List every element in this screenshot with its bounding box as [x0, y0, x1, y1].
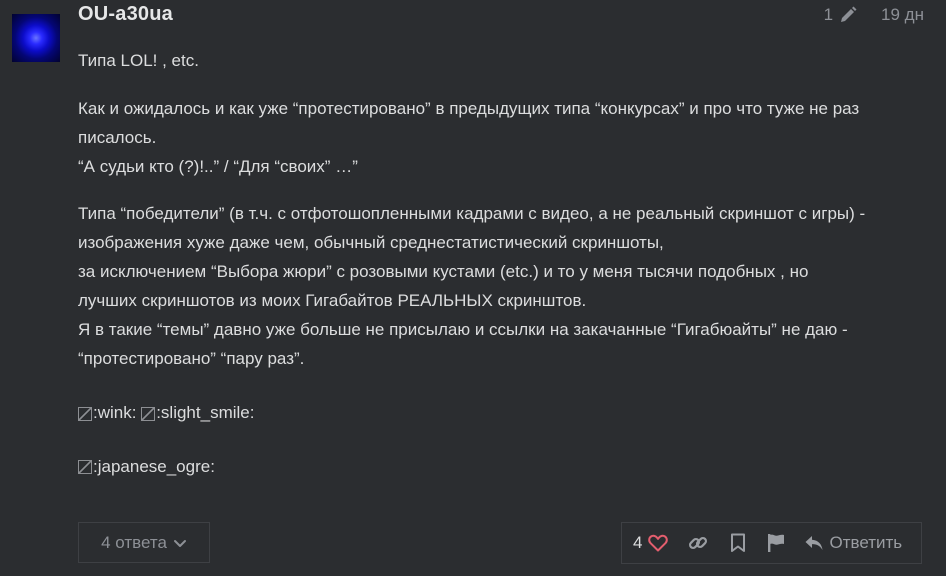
flag-icon — [768, 534, 785, 552]
emoji-alt-text: :japanese_ogre: — [93, 456, 215, 476]
like-button[interactable] — [648, 534, 669, 552]
replies-label: 4 ответа — [101, 532, 167, 552]
username[interactable]: OU-a30ua — [78, 3, 173, 26]
link-icon — [689, 536, 708, 550]
reply-button[interactable]: Ответить — [804, 533, 902, 553]
reply-icon — [805, 536, 823, 550]
emoji-alt-text: :wink: — [93, 403, 137, 422]
chevron-down-icon — [173, 539, 186, 547]
paragraph-2: Как и ожидалось и как уже “протестирован… — [78, 94, 933, 181]
text-line: писалось. — [78, 128, 157, 147]
reply-label: Ответить — [829, 533, 903, 552]
text-line: Я в такие “темы” давно уже больше не при… — [78, 320, 848, 339]
emoji-row: :wink: :slight_smile: — [78, 398, 933, 429]
pencil-icon — [841, 6, 857, 22]
text-line: за исключением “Выбора жюри” с розовыми … — [78, 262, 809, 281]
heart-icon — [648, 534, 669, 552]
avatar[interactable] — [12, 14, 60, 62]
edit-history-button[interactable]: 1 — [824, 5, 857, 25]
paragraph-3: Типа “победители” (в т.ч. с отфотошоплен… — [78, 199, 933, 373]
share-link-button[interactable] — [688, 533, 708, 553]
bookmark-icon — [731, 533, 746, 552]
post-actions: 4 Ответить — [621, 522, 922, 564]
emoji-wink: :wink: — [78, 398, 136, 427]
text-line: изображения хуже даже чем, обычный средн… — [78, 233, 664, 252]
bookmark-button[interactable] — [730, 533, 746, 553]
broken-image-icon — [78, 406, 92, 421]
flag-button[interactable] — [766, 533, 786, 553]
show-replies-button[interactable]: 4 ответа — [78, 522, 210, 563]
like-count[interactable]: 4 — [633, 533, 642, 553]
emoji-alt-text: :slight_smile: — [156, 403, 255, 422]
broken-image-icon — [141, 406, 156, 421]
text-line: “протестировано” “пару раз”. — [78, 349, 305, 368]
emoji-japanese-ogre: :japanese_ogre: — [78, 452, 215, 481]
emoji-row: :japanese_ogre: — [78, 452, 933, 483]
text-line: лучших скриншотов из моих Гигабайтов РЕА… — [78, 291, 587, 310]
forum-post: OU-a30ua 1 19 дн Типа LOL! , etc. Как и … — [0, 0, 946, 576]
text-line: Как и ожидалось и как уже “протестирован… — [78, 99, 860, 118]
paragraph-1: Типа LOL! , etc. — [78, 51, 199, 70]
text-line: “А судьи кто (?)!..” / “Для “своих” …” — [78, 157, 358, 176]
post-date[interactable]: 19 дн — [881, 5, 924, 25]
broken-image-icon — [78, 460, 92, 474]
emoji-slight-smile: :slight_smile: — [141, 398, 254, 427]
post-meta: 1 19 дн — [824, 5, 924, 25]
text-line: Типа “победители” (в т.ч. с отфотошоплен… — [78, 204, 866, 223]
post-body: Типа LOL! , etc. Как и ожидалось и как у… — [78, 46, 933, 482]
edit-count: 1 — [823, 5, 834, 24]
